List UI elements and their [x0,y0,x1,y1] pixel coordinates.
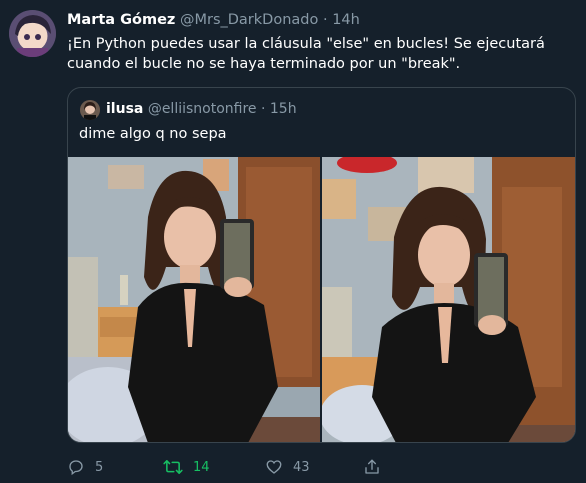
author-display-name[interactable]: Marta Gómez [67,12,175,28]
author-handle[interactable]: @Mrs_DarkDonado [180,12,318,28]
header-separator: · [322,12,328,28]
quoted-tweet-header: ilusa @elliisnotonfire · 15h [106,101,297,117]
retweet-icon [163,458,183,476]
author-avatar[interactable] [9,10,56,57]
like-count: 43 [293,459,310,475]
share-icon [363,458,381,476]
quoted-tweet[interactable]: ilusa @elliisnotonfire · 15h dime algo q… [67,87,576,443]
tweet-action-bar: 5 14 43 [67,456,567,480]
retweet-count: 14 [193,459,210,475]
quoted-timestamp: 15h [269,101,297,117]
tweet-header: Marta Gómez @Mrs_DarkDonado · 14h [67,12,360,28]
reply-icon [67,458,85,476]
quoted-media-grid [68,157,575,442]
like-icon [265,458,283,476]
share-button[interactable] [363,458,381,476]
tweet-text: ¡En Python puedes usar la cláusula "else… [67,36,545,72]
quoted-tweet-text: dime algo q no sepa [79,126,227,142]
quoted-photo-2[interactable] [322,157,575,442]
tweet-timestamp[interactable]: 14h [332,12,360,28]
reply-button[interactable]: 5 [67,458,103,476]
retweet-button[interactable]: 14 [163,458,210,476]
quoted-author-avatar [80,100,100,120]
quoted-display-name: ilusa [106,101,144,117]
like-button[interactable]: 43 [265,458,310,476]
quoted-separator: · [260,101,266,117]
reply-count: 5 [95,459,104,475]
quoted-photo-1[interactable] [68,157,320,442]
quoted-handle: @elliisnotonfire [147,101,257,117]
